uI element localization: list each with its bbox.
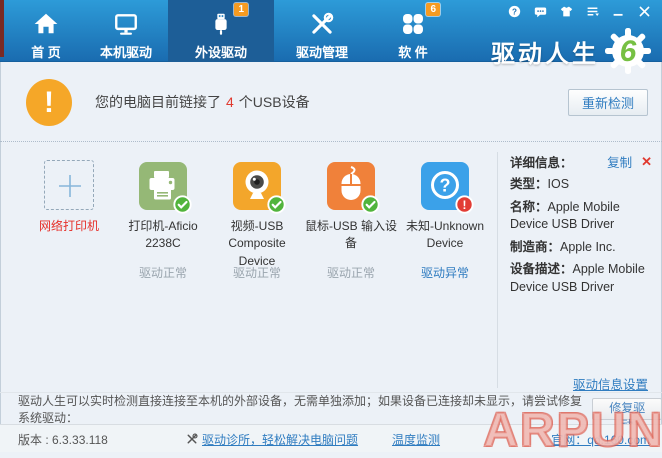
main-nav: 首 页 本机驱动 1 外设驱动 驱动管理 6 软 件 <box>8 0 456 62</box>
message-prefix: 您的电脑目前链接了 <box>95 92 221 112</box>
detail-label: 设备描述： <box>510 262 573 276</box>
device-card-printer-aficio[interactable]: 打印机-Aficio 2238C 驱动正常 <box>116 160 210 281</box>
close-details-icon[interactable]: ✕ <box>641 154 652 170</box>
device-status[interactable]: 驱动异常 <box>398 264 492 281</box>
svg-text:!: ! <box>463 198 467 212</box>
temperature-item: 温度监测 <box>392 425 440 453</box>
webcam-icon <box>233 162 281 210</box>
tab-software[interactable]: 6 软 件 <box>370 0 456 62</box>
warning-icon: ! <box>26 79 72 126</box>
svg-text:?: ? <box>440 176 451 196</box>
rescan-button[interactable]: 重新检测 <box>568 89 648 116</box>
app-header: 首 页本机驱动1外设驱动驱动管理6软 件 ? 驱动人生 6 <box>0 0 662 62</box>
driver-clinic-link[interactable]: 驱动诊所，轻松解决电脑问题 <box>202 431 358 448</box>
home-icon <box>31 9 61 39</box>
add-network-printer-box[interactable] <box>44 160 94 210</box>
official-site-link[interactable]: 官网：qd.160.com <box>551 431 650 448</box>
tab-label: 首 页 <box>31 42 61 61</box>
detail-label: 类型： <box>510 177 548 191</box>
device-label: 未知-Unknown Device <box>398 218 492 255</box>
usb-device-count: 4 <box>226 94 234 110</box>
apps-icon: 6 <box>398 9 428 39</box>
tab-label: 外设驱动 <box>195 42 247 61</box>
device-label: 视频-USB Composite Device <box>210 218 304 255</box>
window-controls: ? <box>507 4 652 18</box>
feedback-icon[interactable] <box>533 4 548 18</box>
device-status: 驱动正常 <box>116 264 210 281</box>
details-panel: 详细信息： 复制 ✕ 类型：IOS 名称：Apple Mobile Device … <box>510 152 652 296</box>
tab-peripheral-drivers[interactable]: 1 外设驱动 <box>168 0 274 62</box>
tab-badge: 6 <box>426 3 440 16</box>
logo-gear-icon: 6 <box>604 27 652 75</box>
svg-text:?: ? <box>512 7 517 16</box>
detail-row: 设备描述：Apple Mobile Device USB Driver <box>510 261 652 296</box>
tab-local-drivers[interactable]: 本机驱动 <box>84 0 168 62</box>
device-label: 网络打印机 <box>22 218 116 255</box>
monitor-icon <box>111 9 141 39</box>
device-card-list: 网络打印机打印机-Aficio 2238C驱动正常视频-USB Composit… <box>22 160 492 281</box>
detail-row: 类型：IOS <box>510 176 652 194</box>
printer-icon <box>139 162 187 210</box>
tab-label: 软 件 <box>398 42 428 61</box>
device-card-unknown-device[interactable]: ?! 未知-Unknown Device 驱动异常 <box>398 160 492 281</box>
logo-version-number: 6 <box>620 35 637 68</box>
tab-label: 驱动管理 <box>296 42 348 61</box>
close-icon[interactable] <box>637 4 652 18</box>
mouse-icon <box>327 162 375 210</box>
usb-summary-message: 您的电脑目前链接了 4 个USB设备 <box>95 62 310 142</box>
temperature-monitor-link[interactable]: 温度监测 <box>392 431 440 448</box>
detail-row: 名称：Apple Mobile Device USB Driver <box>510 199 652 234</box>
skin-icon[interactable] <box>559 4 574 18</box>
app-logo: 驱动人生 6 <box>491 27 652 75</box>
tab-home[interactable]: 首 页 <box>8 0 84 62</box>
device-card-network-printer-add[interactable]: 网络打印机 <box>22 160 116 281</box>
unknown-icon: ?! <box>421 162 469 210</box>
device-status: 驱动正常 <box>210 264 304 281</box>
driver-clinic-item: 驱动诊所，轻松解决电脑问题 <box>186 425 358 453</box>
footer-tip-text: 驱动人生可以实时检测直接连接至本机的外部设备，无需单独添加；如果设备已连接却未显… <box>18 392 584 426</box>
details-title: 详细信息： <box>510 152 573 171</box>
device-card-mouse-usb-input[interactable]: 鼠标-USB 输入设备驱动正常 <box>304 160 398 281</box>
detail-label: 名称： <box>510 200 548 214</box>
tools-icon <box>307 9 337 39</box>
copy-link[interactable]: 复制 <box>607 152 632 171</box>
device-label: 鼠标-USB 输入设备 <box>304 218 398 255</box>
tab-driver-management[interactable]: 驱动管理 <box>274 0 370 62</box>
main-menu-icon[interactable] <box>585 4 600 18</box>
screen-edge-artifact <box>0 0 4 57</box>
detail-label: 制造商： <box>510 240 560 254</box>
tools-small-icon <box>186 433 198 445</box>
device-card-video-usb-composite[interactable]: 视频-USB Composite Device 驱动正常 <box>210 160 304 281</box>
detail-row: 制造商：Apple Inc. <box>510 239 652 257</box>
details-rows: 类型：IOS 名称：Apple Mobile Device USB Driver 制… <box>510 176 652 296</box>
minimize-icon[interactable] <box>611 4 626 18</box>
app-logo-text: 驱动人生 <box>491 34 599 69</box>
detail-value: IOS <box>548 177 570 191</box>
help-icon[interactable]: ? <box>507 4 522 18</box>
plus-icon <box>56 172 84 200</box>
detail-value: Apple Inc. <box>560 240 616 254</box>
footer-tip-row: 驱动人生可以实时检测直接连接至本机的外部设备，无需单独添加；如果设备已连接却未显… <box>0 392 662 424</box>
device-status: 驱动正常 <box>304 264 398 281</box>
official-site-item: 官网：qd.160.com <box>551 425 650 453</box>
tab-label: 本机驱动 <box>100 42 152 61</box>
device-label: 打印机-Aficio 2238C <box>116 218 210 255</box>
message-suffix: 个USB设备 <box>239 92 310 112</box>
version-text: 版本 : 6.3.33.118 <box>18 425 108 453</box>
status-bar: 版本 : 6.3.33.118 驱动诊所，轻松解决电脑问题 温度监测 官网：qd… <box>0 424 662 452</box>
usb-icon: 1 <box>206 9 236 39</box>
repair-driver-button[interactable]: 修复驱动 <box>592 398 662 420</box>
driver-info-settings-link[interactable]: 驱动信息设置 <box>573 374 648 393</box>
tab-badge: 1 <box>234 3 248 16</box>
panel-divider <box>497 152 498 388</box>
